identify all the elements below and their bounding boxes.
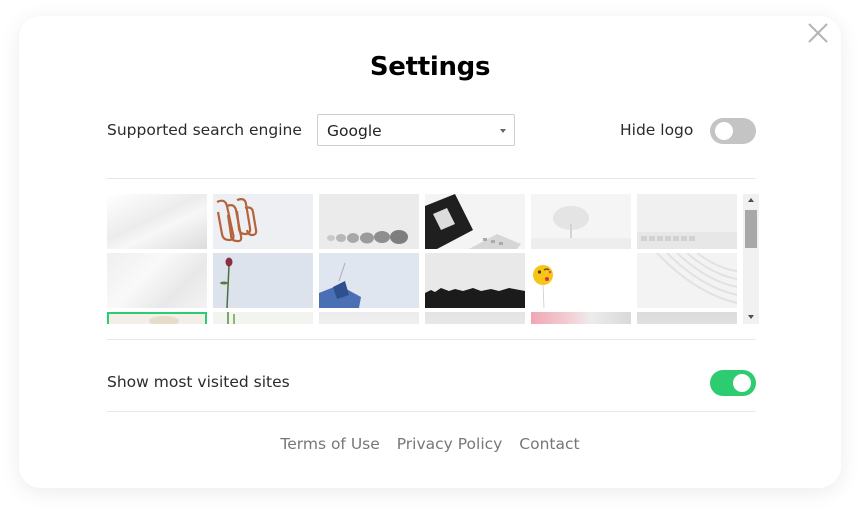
- wallpaper-thumb[interactable]: [213, 253, 313, 308]
- wallpaper-thumb[interactable]: [319, 312, 419, 324]
- scrollbar-thumb[interactable]: [745, 210, 757, 248]
- terms-link[interactable]: Terms of Use: [280, 435, 379, 453]
- wallpaper-thumb[interactable]: [531, 194, 631, 249]
- wallpaper-thumb[interactable]: [425, 253, 525, 308]
- most-visited-label: Show most visited sites: [107, 373, 290, 391]
- wallpaper-thumb[interactable]: [531, 253, 631, 308]
- close-icon[interactable]: [806, 21, 830, 45]
- wallpaper-thumb[interactable]: [637, 253, 737, 308]
- wallpaper-thumb[interactable]: [637, 312, 737, 324]
- divider: [107, 178, 756, 179]
- divider: [107, 339, 756, 340]
- footer-links: Terms of Use Privacy Policy Contact: [0, 435, 860, 453]
- scroll-down-icon[interactable]: [748, 315, 754, 319]
- privacy-link[interactable]: Privacy Policy: [397, 435, 503, 453]
- search-engine-select[interactable]: Google: [317, 114, 515, 146]
- wallpaper-thumb[interactable]: [213, 312, 313, 324]
- contact-link[interactable]: Contact: [519, 435, 579, 453]
- chevron-down-icon: [500, 129, 506, 133]
- search-engine-label: Supported search engine: [107, 121, 302, 139]
- wallpaper-thumb[interactable]: [213, 194, 313, 249]
- page-title: Settings: [369, 52, 491, 82]
- wallpaper-thumb[interactable]: [107, 194, 207, 249]
- wallpaper-thumb[interactable]: [107, 312, 207, 324]
- toggle-knob: [715, 122, 733, 140]
- wallpaper-thumb[interactable]: [531, 312, 631, 324]
- wallpaper-thumb[interactable]: [637, 194, 737, 249]
- divider: [107, 411, 756, 412]
- wallpaper-gallery: [107, 194, 759, 324]
- wallpaper-thumb[interactable]: [319, 194, 419, 249]
- gallery-scrollbar[interactable]: [743, 194, 759, 324]
- search-engine-value: Google: [327, 122, 382, 140]
- hide-logo-toggle[interactable]: [710, 118, 756, 144]
- wallpaper-thumb[interactable]: [425, 194, 525, 249]
- hide-logo-label: Hide logo: [620, 121, 694, 139]
- most-visited-toggle[interactable]: [710, 370, 756, 396]
- scroll-up-icon[interactable]: [748, 198, 754, 202]
- wallpaper-thumb[interactable]: [425, 312, 525, 324]
- wallpaper-thumb[interactable]: [107, 253, 207, 308]
- wallpaper-thumb[interactable]: [319, 253, 419, 308]
- toggle-knob: [733, 374, 751, 392]
